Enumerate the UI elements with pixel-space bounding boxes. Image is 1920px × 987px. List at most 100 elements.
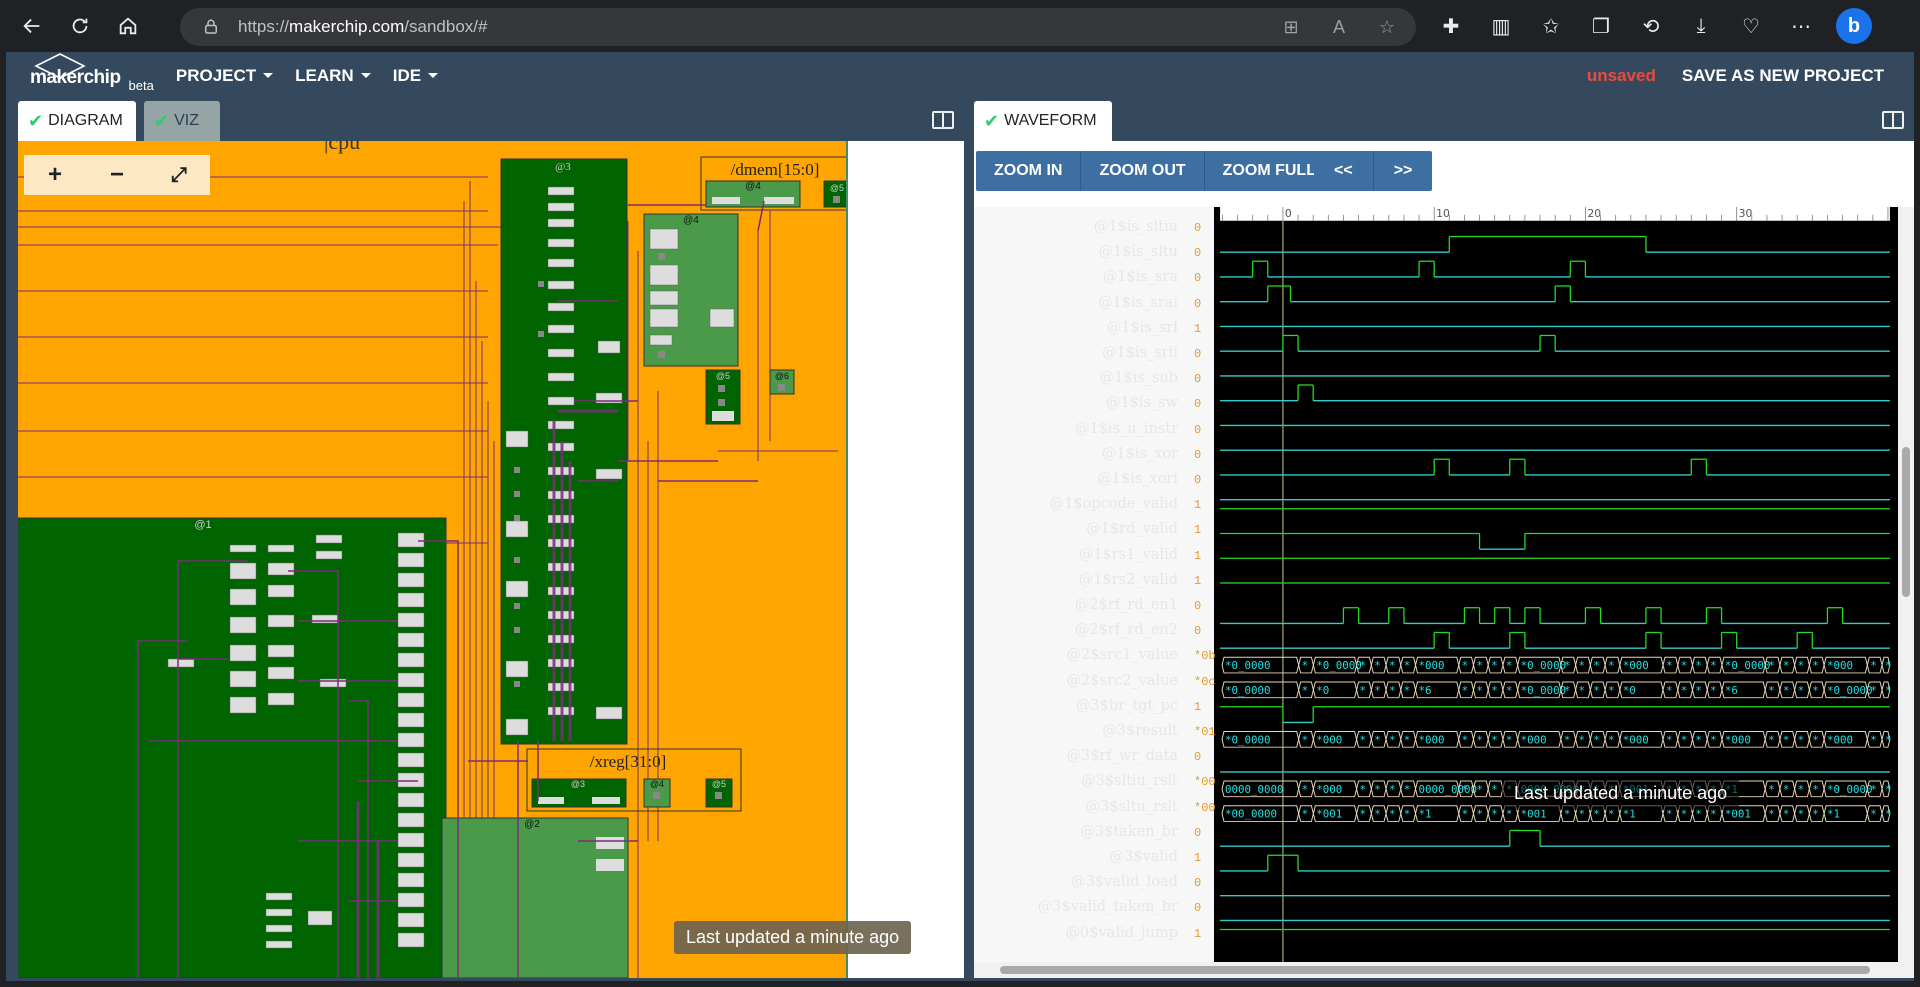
signal-row[interactable]: @1$is_srai 0 [974, 293, 1214, 318]
signal-row[interactable]: @3$valid 1 [974, 847, 1214, 872]
menu-project[interactable]: PROJECT [176, 66, 274, 86]
waveform-viewer: ZOOM IN ZOOM OUT ZOOM FULL << >> 0 10 20 30… [974, 141, 1914, 978]
menu-learn[interactable]: LEARN [295, 66, 371, 86]
bus-value-label: *6 [1418, 684, 1431, 697]
save-as-new-project-button[interactable]: SAVE AS NEW PROJECT [1682, 66, 1884, 86]
time-ruler: 0 10 20 30 [1220, 207, 1890, 221]
signal-row[interactable]: @1$is_srli 0 [974, 343, 1214, 368]
signal-row[interactable]: @2$src2_value *0c [974, 671, 1216, 696]
fit-to-view-button[interactable]: ⤢ [148, 155, 210, 195]
scroll-right-button[interactable]: >> [1374, 151, 1433, 191]
signal-row[interactable]: @3$valid_taken_br 0 [974, 897, 1214, 922]
wave-zoom-out-button[interactable]: ZOOM OUT [1081, 151, 1205, 191]
signal-row[interactable]: @1$is_sltiu 0 [974, 217, 1214, 242]
downloads-icon[interactable]: ⤓ [1686, 6, 1716, 46]
diagram-viewport[interactable]: @3 /dmem[15:0] @4 @5 @4 @5 @6 @1 @2 /xre… [18, 141, 966, 978]
signal-row[interactable]: @2$rf_rd_en1 0 [974, 595, 1214, 620]
bus-value-label: * [1404, 733, 1411, 746]
diagram-canvas[interactable]: @3 /dmem[15:0] @4 @5 @4 @5 @6 @1 @2 /xre… [18, 141, 846, 978]
bus-value-label: * [1491, 733, 1498, 746]
tab-waveform[interactable]: ✔ WAVEFORM [974, 101, 1112, 141]
signal-row[interactable]: @2$rf_rd_en2 0 [974, 620, 1214, 645]
signal-value: 0 [1194, 599, 1202, 613]
extensions-icon[interactable]: ✚ [1436, 6, 1466, 46]
read-aloud-icon[interactable]: A [1328, 16, 1350, 38]
zoom-out-button[interactable]: − [86, 155, 148, 195]
split-screen-icon[interactable]: ▥ [1486, 6, 1516, 46]
check-icon: ✔ [28, 110, 44, 131]
signal-row[interactable]: @1$is_xor 0 [974, 444, 1214, 469]
check-icon: ✔ [154, 110, 170, 131]
history-icon[interactable]: ⟲ [1636, 6, 1666, 46]
makerchip-logo[interactable]: makerchip beta [30, 53, 154, 93]
waveform-pane: ✔ WAVEFORM ZOOM IN ZOOM OUT ZOOM FULL << … [964, 99, 1914, 981]
tab-diagram[interactable]: ✔ DIAGRAM [18, 101, 136, 141]
signal-row[interactable]: @3$sltu_rslt *00 [974, 797, 1216, 822]
signal-value: 0 [1194, 347, 1202, 361]
signal-name: @1$is_sra [1102, 269, 1178, 286]
bus-trace: *0_0000 * *000 * * * * *000 * * * * *000 * * * * *000 * * * *… [1221, 730, 1892, 748]
address-bar[interactable]: https://makerchip.com/sandbox/# ⊞ A ☆ [180, 8, 1416, 46]
signal-name: @3$valid [1109, 849, 1178, 865]
signal-row[interactable]: @3$result *01 [974, 721, 1215, 746]
bus-value-label: *0_0000 [1521, 684, 1567, 697]
wave-zoom-in-button[interactable]: ZOOM IN [976, 151, 1082, 191]
tab-viz[interactable]: ✔ VIZ [144, 101, 220, 141]
signal-row[interactable]: @3$rf_wr_data 0 [974, 746, 1214, 771]
signal-row[interactable]: @1$is_xori 0 [974, 469, 1214, 494]
zoom-in-button[interactable]: + [24, 155, 86, 195]
signal-row[interactable]: @0$valid_jump 1 [974, 923, 1214, 948]
bus-value-label: *000 [1418, 733, 1444, 746]
signal-row[interactable]: @1$is_sra 0 [974, 267, 1214, 292]
split-pane-icon[interactable] [932, 111, 954, 129]
scroll-left-button[interactable]: << [1314, 151, 1374, 191]
lock-icon[interactable] [202, 18, 220, 36]
bus-value-label: * [1710, 733, 1717, 746]
pipeline-diagram: @3 /dmem[15:0] @4 @5 @4 @5 @6 @1 @2 /xre… [18, 156, 846, 978]
horizontal-scrollbar[interactable] [974, 962, 1914, 978]
bus-value-label: * [1476, 684, 1483, 697]
home-icon[interactable] [108, 6, 148, 46]
signal-row[interactable]: @3$br_tgt_pc 1 [974, 696, 1214, 721]
performance-icon[interactable]: ♡ [1736, 6, 1766, 46]
menu-ide[interactable]: IDE [393, 66, 439, 86]
bus-value-label: * [1476, 808, 1483, 821]
favorites-icon[interactable]: ✩ [1536, 6, 1566, 46]
bus-value-label: * [1360, 684, 1367, 697]
signal-value: 0 [1194, 447, 1202, 462]
bus-value-label: *000 [1316, 733, 1342, 746]
copilot-icon[interactable]: b [1836, 8, 1872, 44]
signal-trace [1220, 235, 1890, 253]
split-pane-icon[interactable] [1882, 111, 1904, 129]
signal-row[interactable]: @1$is_sw 0 [974, 393, 1214, 418]
signal-row[interactable]: @3$sltiu_rslt *00 [974, 771, 1216, 796]
signal-row[interactable]: @1$is_u_instr 0 [974, 419, 1214, 444]
refresh-icon[interactable] [60, 6, 100, 46]
bus-value-label: * [1564, 733, 1571, 746]
signal-row[interactable]: @3$valid_load 0 [974, 872, 1214, 897]
more-icon[interactable]: ⋯ [1786, 6, 1816, 46]
signal-list[interactable]: 0 10 20 30 *0_0000 * *0_0000 * * * * *000 * * * * *0_000… [974, 207, 1914, 978]
vertical-scrollbar[interactable] [1898, 207, 1914, 978]
signal-row[interactable]: @1$is_sltu 0 [974, 242, 1214, 267]
back-icon[interactable] [12, 6, 52, 46]
signal-trace [1220, 829, 1890, 847]
bus-value-label: * [1798, 684, 1805, 697]
apps-icon[interactable]: ⊞ [1280, 16, 1302, 38]
bus-value-label: *0_0000 [1521, 659, 1567, 672]
signal-row[interactable]: @1$rs2_valid 1 [974, 570, 1214, 595]
signal-name: @2$src2_value [1066, 672, 1178, 689]
collections-icon[interactable]: ❐ [1586, 6, 1616, 46]
signal-row[interactable]: @1$rs1_valid 1 [974, 545, 1214, 570]
signal-row[interactable]: @1$is_srl 1 [974, 318, 1214, 343]
signal-row[interactable]: @2$src1_value *0b [974, 645, 1216, 670]
signal-row[interactable]: @1$rd_valid 1 [974, 519, 1214, 544]
stage-label: @1 [194, 519, 211, 531]
stage-label: @4 [650, 779, 664, 789]
signal-value: *00 [1194, 800, 1216, 815]
signal-row[interactable]: @3$taken_br 0 [974, 822, 1214, 847]
signal-name: @1$is_xor [1101, 445, 1178, 462]
favorite-star-icon[interactable]: ☆ [1376, 16, 1398, 38]
signal-row[interactable]: @1$is_sub 0 [974, 368, 1214, 393]
signal-row[interactable]: @1$opcode_valid 1 [974, 494, 1214, 519]
